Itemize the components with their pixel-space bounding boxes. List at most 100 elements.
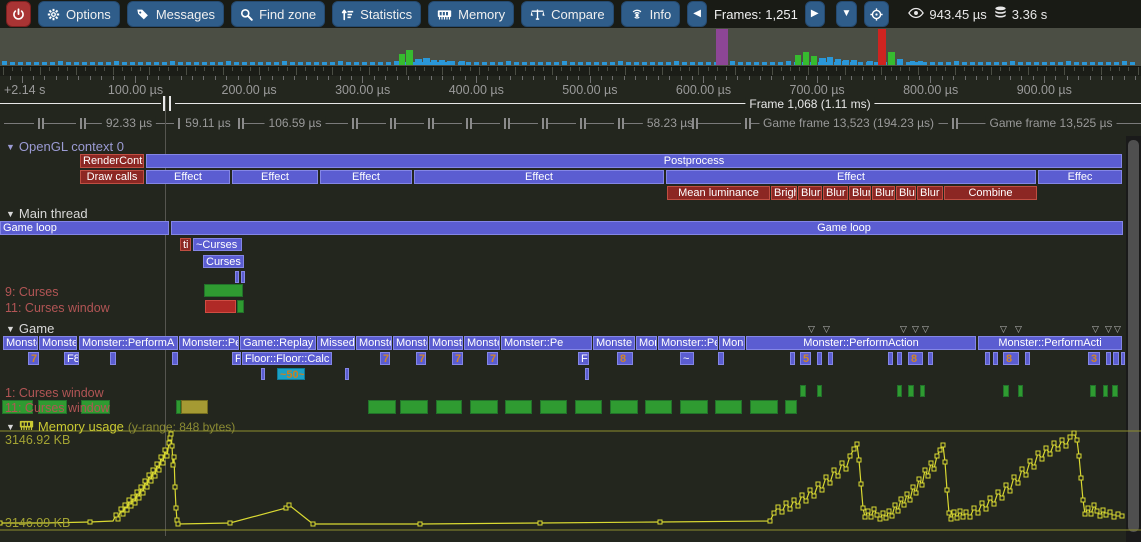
gpu-zone-bar[interactable]: Blur bbox=[849, 186, 871, 200]
zone-bar[interactable]: Effect bbox=[146, 170, 230, 184]
zone-bar[interactable]: Effect bbox=[414, 170, 664, 184]
zone-bar[interactable]: 7 bbox=[28, 352, 39, 365]
collapse-arrow-icon[interactable]: ▼ bbox=[6, 422, 15, 432]
zone-bar[interactable]: 5 bbox=[800, 352, 811, 365]
zone-bar[interactable]: Curses bbox=[203, 255, 244, 268]
zone-bar[interactable] bbox=[993, 352, 998, 365]
section-header-main-thread[interactable]: ▼ Main thread bbox=[6, 206, 88, 221]
frame-marker-icon[interactable]: ▽ bbox=[1015, 325, 1022, 334]
lock-bar[interactable] bbox=[785, 400, 797, 414]
lock-bar[interactable] bbox=[470, 400, 498, 414]
zone-bar[interactable]: Monster::PerformAction bbox=[746, 336, 976, 350]
collapse-arrow-icon[interactable]: ▼ bbox=[6, 209, 15, 219]
zone-bar[interactable] bbox=[985, 352, 990, 365]
zone-bar[interactable]: 7 bbox=[416, 352, 426, 365]
zone-bar[interactable]: ~50~ bbox=[277, 368, 305, 380]
zone-bar[interactable]: Effect bbox=[232, 170, 318, 184]
lock-bar[interactable] bbox=[645, 400, 672, 414]
lock-bar[interactable] bbox=[1103, 385, 1108, 397]
lock-bar[interactable] bbox=[540, 400, 567, 414]
lock-bar[interactable] bbox=[1003, 385, 1009, 397]
zone-bar[interactable]: Monste bbox=[393, 336, 428, 350]
zone-bar[interactable]: Monste bbox=[464, 336, 500, 350]
lock-bar[interactable] bbox=[908, 385, 914, 397]
zone-bar[interactable] bbox=[817, 352, 822, 365]
frame-marker-icon[interactable]: ▽ bbox=[1105, 325, 1112, 334]
zone-bar[interactable]: Monste bbox=[39, 336, 77, 350]
lock-bar[interactable] bbox=[205, 300, 236, 313]
lock-bar[interactable] bbox=[505, 400, 532, 414]
lock-bar[interactable] bbox=[204, 284, 243, 297]
zone-bar[interactable]: 7 bbox=[380, 352, 390, 365]
lock-bar[interactable] bbox=[920, 385, 925, 397]
zone-bar[interactable]: Monste bbox=[593, 336, 635, 350]
frame-marker-icon[interactable]: ▽ bbox=[1000, 325, 1007, 334]
zone-bar[interactable] bbox=[235, 271, 239, 283]
zone-bar[interactable]: ~Curses bbox=[193, 238, 242, 251]
zone-bar[interactable] bbox=[1113, 352, 1119, 365]
lock-bar[interactable] bbox=[1090, 385, 1096, 397]
zone-bar[interactable] bbox=[110, 352, 116, 365]
gpu-zone-bar[interactable]: Blur bbox=[798, 186, 822, 200]
lock-bar[interactable] bbox=[237, 300, 244, 313]
gpu-zone-bar[interactable]: Blur bbox=[872, 186, 895, 200]
zone-bar[interactable]: Monste bbox=[3, 336, 38, 350]
zone-bar[interactable]: 3 bbox=[1088, 352, 1100, 365]
lock-bar[interactable] bbox=[1018, 385, 1023, 397]
gpu-zone-bar[interactable]: Combine bbox=[944, 186, 1037, 200]
zone-bar[interactable] bbox=[172, 352, 178, 365]
zone-bar[interactable]: Monster::PerformActi bbox=[978, 336, 1122, 350]
zone-bar[interactable]: Floor::Floor::Calc bbox=[242, 352, 332, 365]
zone-bar[interactable]: F bbox=[232, 352, 241, 365]
zone-bar[interactable]: Game::Replay bbox=[240, 336, 316, 350]
lock-bar[interactable] bbox=[610, 400, 638, 414]
zone-bar[interactable]: F8 bbox=[64, 352, 79, 365]
zone-bar[interactable] bbox=[897, 352, 902, 365]
zone-bar[interactable]: 7 bbox=[452, 352, 463, 365]
gpu-zone-bar[interactable]: Brigh bbox=[771, 186, 797, 200]
zone-bar[interactable] bbox=[828, 352, 833, 365]
section-header-game[interactable]: ▼ Game bbox=[6, 321, 54, 336]
frame-marker-icon[interactable]: ▽ bbox=[1114, 325, 1121, 334]
zone-bar[interactable] bbox=[345, 368, 349, 380]
collapse-arrow-icon[interactable]: ▼ bbox=[6, 142, 15, 152]
zone-bar[interactable]: Effec bbox=[1038, 170, 1122, 184]
zone-bar[interactable] bbox=[718, 352, 724, 365]
gpu-zone-bar[interactable]: Blur bbox=[823, 186, 848, 200]
gpu-zone-bar[interactable]: ti bbox=[180, 238, 191, 251]
zone-bar[interactable]: Mons bbox=[636, 336, 657, 350]
zone-bar[interactable]: Monste bbox=[429, 336, 463, 350]
gpu-zone-bar[interactable]: Blur bbox=[896, 186, 916, 200]
lock-bar[interactable] bbox=[817, 385, 822, 397]
zone-bar[interactable]: Effect bbox=[320, 170, 412, 184]
lock-bar[interactable] bbox=[436, 400, 462, 414]
zone-bar[interactable] bbox=[585, 368, 589, 380]
lock-bar[interactable] bbox=[680, 400, 708, 414]
frame-marker-icon[interactable]: ▽ bbox=[912, 325, 919, 334]
lock-bar[interactable] bbox=[400, 400, 428, 414]
gpu-zone-bar[interactable]: Draw calls bbox=[80, 170, 144, 184]
zone-bar[interactable] bbox=[261, 368, 265, 380]
lock-label-curses11[interactable]: 11: Curses window bbox=[5, 301, 110, 315]
lock-bar[interactable] bbox=[181, 400, 208, 414]
frame-marker-icon[interactable]: ▽ bbox=[823, 325, 830, 334]
zone-bar[interactable]: Mons bbox=[719, 336, 745, 350]
zone-bar[interactable]: Game loop bbox=[171, 221, 1123, 235]
frame-marker-icon[interactable]: ▽ bbox=[808, 325, 815, 334]
lock-label-curses1[interactable]: 1: Curses window bbox=[5, 386, 104, 400]
section-header-memory[interactable]: ▼ Memory usage (y-range: 848 bytes) bbox=[6, 419, 235, 434]
frame-marker-icon[interactable]: ▽ bbox=[900, 325, 907, 334]
zone-bar[interactable] bbox=[241, 271, 245, 283]
lock-bar[interactable] bbox=[368, 400, 396, 414]
zone-bar[interactable]: 8 bbox=[617, 352, 633, 365]
zone-bar[interactable]: Postprocess bbox=[146, 154, 1122, 168]
lock-bar[interactable] bbox=[715, 400, 742, 414]
zone-bar[interactable] bbox=[1121, 352, 1125, 365]
memory-usage-graph[interactable] bbox=[0, 418, 1141, 542]
zone-bar[interactable] bbox=[888, 352, 893, 365]
lock-bar[interactable] bbox=[897, 385, 902, 397]
lock-bar[interactable] bbox=[800, 385, 806, 397]
frame-marker-icon[interactable]: ▽ bbox=[1092, 325, 1099, 334]
gpu-zone-bar[interactable]: Mean luminance bbox=[667, 186, 770, 200]
zone-bar[interactable]: 8 bbox=[1003, 352, 1019, 365]
